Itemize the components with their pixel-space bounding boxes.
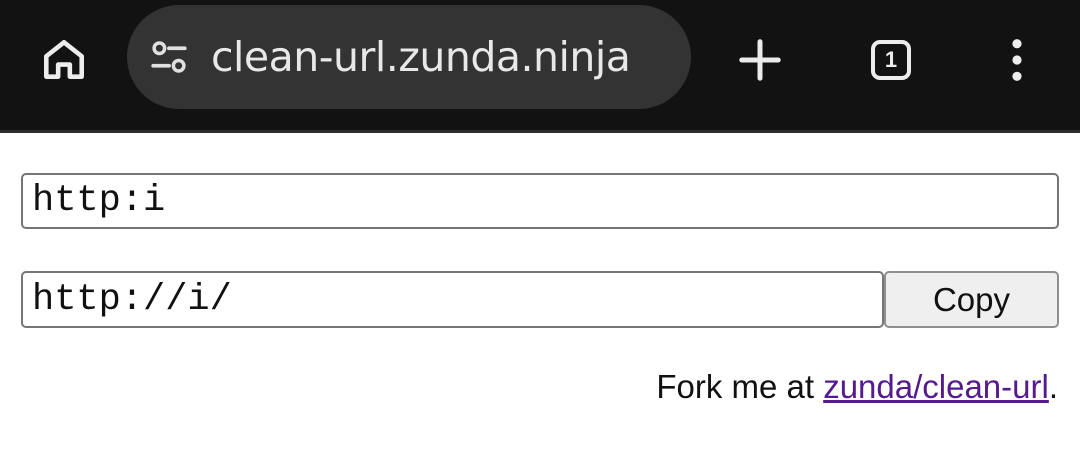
tab-switcher-icon: 1 <box>871 40 911 80</box>
url-text[interactable]: clean-url.zunda.ninja <box>211 33 631 81</box>
home-button[interactable] <box>34 30 94 90</box>
plus-icon <box>739 39 781 81</box>
menu-button[interactable] <box>989 30 1045 90</box>
source-url-input[interactable] <box>21 173 1059 229</box>
fork-note: Fork me at zunda/clean-url. <box>656 368 1058 406</box>
clean-url-output[interactable] <box>21 271 884 328</box>
tune-icon[interactable] <box>147 35 191 79</box>
copy-button[interactable]: Copy <box>884 271 1059 328</box>
more-vert-icon <box>1012 39 1022 81</box>
new-tab-button[interactable] <box>730 30 790 90</box>
home-icon <box>44 40 85 79</box>
fork-suffix: . <box>1048 368 1058 405</box>
tab-count: 1 <box>884 47 898 72</box>
tab-switcher-button[interactable]: 1 <box>861 30 921 90</box>
repo-link[interactable]: zunda/clean-url <box>823 368 1049 405</box>
fork-prefix: Fork me at <box>656 368 824 405</box>
address-bar[interactable]: clean-url.zunda.ninja <box>127 5 691 109</box>
browser-toolbar: clean-url.zunda.ninja 1 <box>0 0 1080 133</box>
